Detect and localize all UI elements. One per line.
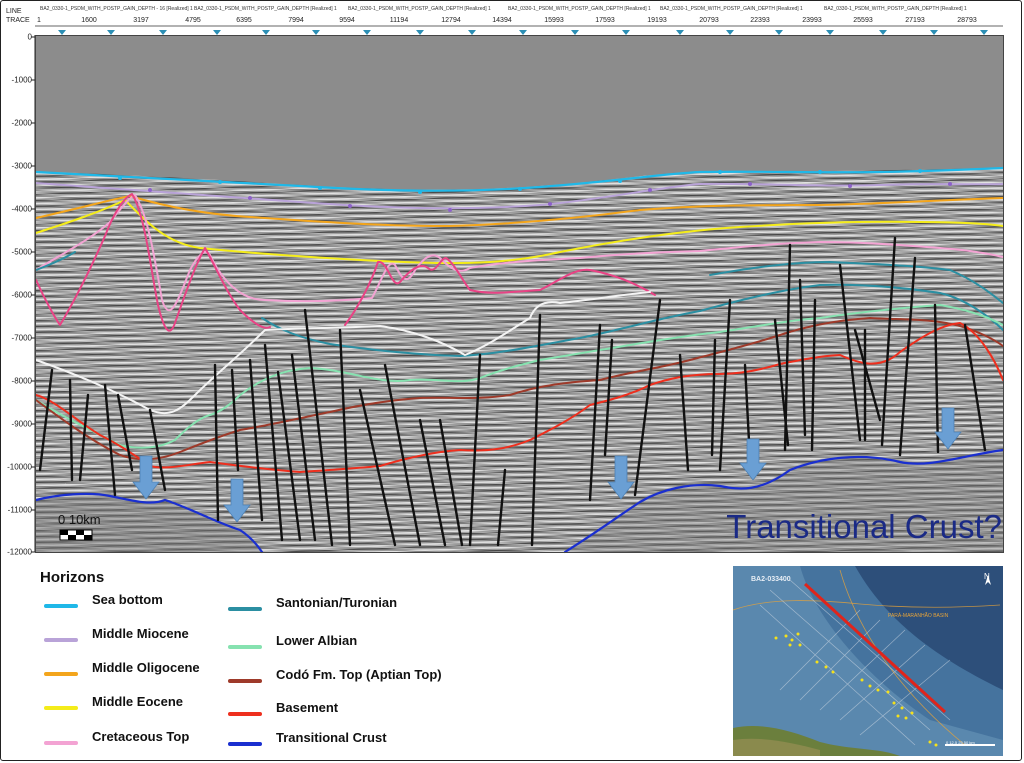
scale-bar-label: 0 10km (58, 512, 101, 527)
legend-label: Sea bottom (92, 592, 163, 607)
transitional-crust-annotation: Transitional Crust? (726, 508, 1002, 545)
legend-label: Basement (276, 700, 339, 715)
legend-swatch (228, 742, 262, 746)
legend-swatch (44, 706, 78, 710)
legend-swatch (44, 638, 78, 642)
map-basin-label: PARÁ-MARANHÃO BASIN (888, 613, 949, 619)
legend-label: Middle Oligocene (92, 660, 200, 675)
legend-title: Horizons (40, 569, 105, 586)
legend-swatch (228, 679, 262, 683)
legend-swatch (44, 604, 78, 608)
legend-swatch (44, 672, 78, 676)
legend-swatch (228, 607, 262, 611)
legend-label: Middle Miocene (92, 626, 189, 641)
legend-label: Santonian/Turonian (276, 595, 398, 610)
north-arrow-label: N (984, 572, 990, 581)
legend-label: Lower Albian (276, 633, 358, 648)
legend-label: Transitional Crust (276, 730, 387, 745)
trace-ticks (58, 30, 988, 35)
legend-swatch (44, 741, 78, 745)
map-scale-label: 0 12.5 25 50 km (946, 740, 975, 745)
legend-label: Codó Fm. Top (Aptian Top) (276, 667, 442, 682)
legend-swatch (228, 645, 262, 649)
scale-bar (59, 529, 93, 541)
location-map (732, 566, 1003, 756)
map-line-id: BA2-033400 (751, 576, 791, 583)
legend-label: Middle Eocene (92, 694, 184, 709)
legend-swatch (228, 712, 262, 716)
legend-label: Cretaceous Top (92, 729, 190, 744)
seismic-section (31, 25, 1005, 756)
